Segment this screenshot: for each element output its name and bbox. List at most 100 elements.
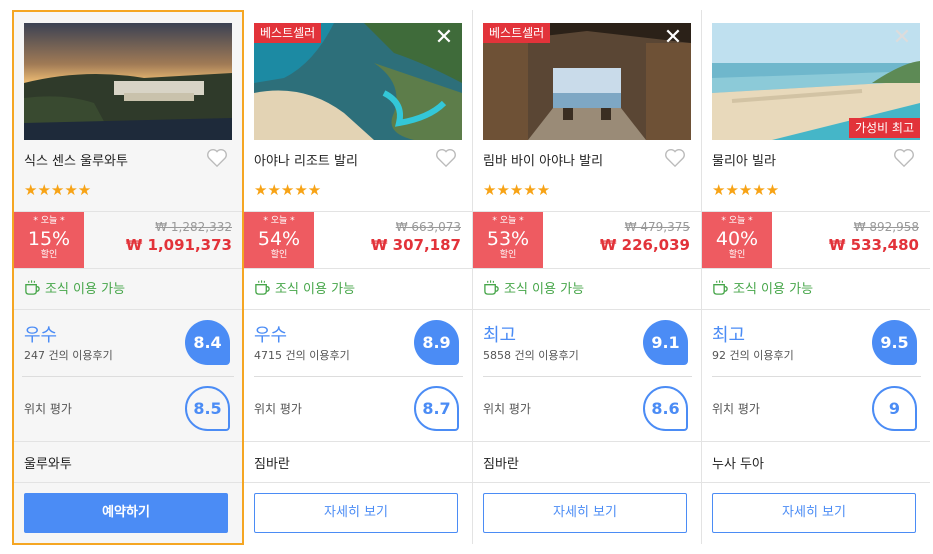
heart-icon[interactable] — [664, 148, 686, 168]
details-button[interactable]: 자세히 보기 — [712, 493, 916, 533]
divider — [254, 376, 463, 377]
divider — [473, 268, 701, 269]
divider — [244, 441, 472, 442]
hotel-name[interactable]: 물리아 빌라 — [712, 150, 776, 169]
location-rating-label: 위치 평가 — [24, 402, 72, 416]
deal-badge: * 오늘 * 54% 할인 — [244, 212, 314, 268]
review-grade: 최고 — [712, 325, 746, 346]
star-rating: ★★★★★ — [483, 181, 551, 199]
deal-today-label: * 오늘 * — [492, 216, 524, 226]
divider — [22, 376, 234, 377]
book-button[interactable]: 예약하기 — [24, 493, 228, 533]
discounted-price[interactable]: ₩ 1,091,373 — [126, 236, 232, 254]
hotel-card-ayana-resort[interactable]: 베스트셀러 ✕ 아야나 리조트 발리 ★★★★★ * 오늘 * 54% 할인 ₩… — [244, 0, 473, 554]
details-button[interactable]: 자세히 보기 — [254, 493, 458, 533]
location-rating-label: 위치 평가 — [712, 402, 760, 416]
star-rating: ★★★★★ — [712, 181, 780, 199]
location-score-badge: 8.5 — [185, 386, 230, 431]
bestseller-badge: 베스트셀러 — [483, 23, 551, 43]
breakfast-label: 조식 이용 가능 — [275, 282, 356, 297]
deal-percent: 40% — [715, 228, 759, 250]
breakfast-info: 조식 이용 가능 — [712, 278, 813, 297]
divider — [14, 482, 242, 483]
breakfast-label: 조식 이용 가능 — [45, 282, 126, 297]
hotel-area: 짐바란 — [483, 457, 519, 472]
coffee-cup-icon — [25, 280, 40, 295]
discounted-price[interactable]: ₩ 533,480 — [829, 236, 919, 254]
bestseller-badge: 베스트셀러 — [254, 23, 322, 43]
breakfast-label: 조식 이용 가능 — [504, 282, 585, 297]
breakfast-label: 조식 이용 가능 — [733, 282, 814, 297]
divider — [702, 309, 930, 310]
review-count[interactable]: 5858 건의 이용후기 — [483, 347, 579, 363]
hotel-area: 짐바란 — [254, 457, 290, 472]
deal-badge: * 오늘 * 40% 할인 — [702, 212, 772, 268]
hotel-photo[interactable] — [24, 23, 232, 140]
divider — [473, 482, 701, 483]
divider — [14, 309, 242, 310]
star-rating: ★★★★★ — [254, 181, 322, 199]
divider — [244, 482, 472, 483]
location-rating-label: 위치 평가 — [483, 402, 531, 416]
best-value-badge: 가성비 최고 — [848, 118, 920, 138]
location-score-badge: 8.7 — [414, 386, 459, 431]
divider — [702, 441, 930, 442]
heart-icon[interactable] — [893, 148, 915, 168]
divider — [14, 268, 242, 269]
review-grade: 우수 — [24, 325, 58, 346]
divider — [14, 441, 242, 442]
deal-percent: 53% — [486, 228, 530, 250]
coffee-cup-icon — [713, 280, 728, 295]
divider — [244, 268, 472, 269]
divider — [483, 376, 692, 377]
star-rating: ★★★★★ — [24, 181, 92, 199]
divider — [712, 376, 921, 377]
hotel-name[interactable]: 식스 센스 울루와투 — [24, 150, 128, 169]
review-grade: 최고 — [483, 325, 517, 346]
deal-off-label: 할인 — [499, 250, 517, 260]
hotel-card-mulia-villas[interactable]: 가성비 최고 ✕ 물리아 빌라 ★★★★★ * 오늘 * 40% 할인 ₩ 89… — [702, 0, 931, 554]
location-score-badge: 8.6 — [643, 386, 688, 431]
discounted-price[interactable]: ₩ 307,187 — [371, 236, 461, 254]
deal-badge: * 오늘 * 53% 할인 — [473, 212, 543, 268]
divider — [702, 482, 930, 483]
close-icon[interactable]: ✕ — [433, 27, 455, 49]
deal-badge: * 오늘 * 15% 할인 — [14, 212, 84, 268]
hotel-name[interactable]: 아야나 리조트 발리 — [254, 150, 358, 169]
coffee-cup-icon — [255, 280, 270, 295]
divider — [473, 309, 701, 310]
discounted-price[interactable]: ₩ 226,039 — [600, 236, 690, 254]
deal-percent: 54% — [257, 228, 301, 250]
hotel-card-rimba-by-ayana[interactable]: 베스트셀러 ✕ 림바 바이 아야나 발리 ★★★★★ * 오늘 * 53% 할인… — [473, 0, 702, 554]
review-count[interactable]: 4715 건의 이용후기 — [254, 347, 350, 363]
details-button[interactable]: 자세히 보기 — [483, 493, 687, 533]
divider — [473, 441, 701, 442]
location-rating-label: 위치 평가 — [254, 402, 302, 416]
heart-icon[interactable] — [435, 148, 457, 168]
breakfast-info: 조식 이용 가능 — [24, 278, 125, 297]
review-score-badge: 8.4 — [185, 320, 230, 365]
review-count[interactable]: 247 건의 이용후기 — [24, 347, 113, 363]
original-price: ₩ 663,073 — [395, 220, 461, 234]
hotel-area: 울루와투 — [24, 457, 72, 472]
hotel-area: 누사 두아 — [712, 457, 764, 472]
deal-off-label: 할인 — [270, 250, 288, 260]
original-price: ₩ 479,375 — [624, 220, 690, 234]
deal-off-label: 할인 — [40, 250, 58, 260]
close-icon[interactable]: ✕ — [891, 27, 913, 49]
heart-icon[interactable] — [206, 148, 228, 168]
hotel-card-six-senses-uluwatu[interactable]: 식스 센스 울루와투 ★★★★★ * 오늘 * 15% 할인 ₩ 1,282,3… — [12, 0, 244, 554]
location-score-badge: 9 — [872, 386, 917, 431]
breakfast-info: 조식 이용 가능 — [483, 278, 584, 297]
review-count[interactable]: 92 건의 이용후기 — [712, 347, 794, 363]
review-score-badge: 8.9 — [414, 320, 459, 365]
hotel-name[interactable]: 림바 바이 아야나 발리 — [483, 150, 603, 169]
breakfast-info: 조식 이용 가능 — [254, 278, 355, 297]
deal-today-label: * 오늘 * — [721, 216, 753, 226]
close-icon[interactable]: ✕ — [662, 27, 684, 49]
review-grade: 우수 — [254, 325, 288, 346]
coffee-cup-icon — [484, 280, 499, 295]
review-score-badge: 9.5 — [872, 320, 917, 365]
deal-today-label: * 오늘 * — [263, 216, 295, 226]
deal-off-label: 할인 — [728, 250, 746, 260]
